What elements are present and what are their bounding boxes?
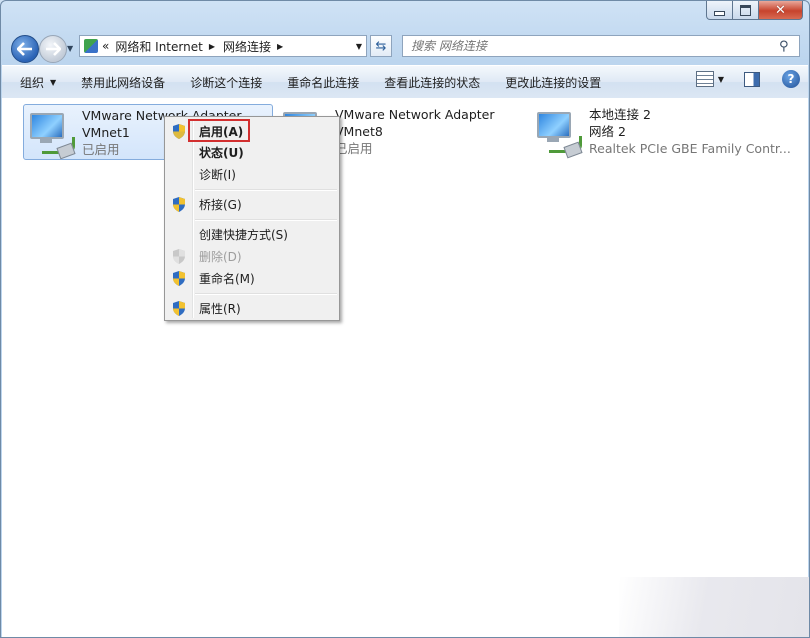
breadcrumb-arrow-icon[interactable]: ▶: [277, 42, 283, 51]
address-chevrons[interactable]: «: [102, 39, 109, 53]
close-button[interactable]: ✕: [759, 1, 803, 20]
menu-item-properties[interactable]: 属性(R): [167, 298, 337, 318]
search-icon[interactable]: ⚲: [779, 39, 795, 54]
uac-shield-icon: [173, 271, 185, 286]
command-bar-right: ▼ ?: [695, 70, 800, 88]
file-list: VMware Network Adapter VMnet1 已启用 VMware…: [2, 98, 808, 637]
menu-item-label: 诊断(I): [199, 167, 236, 182]
organize-button[interactable]: 组织 ▼: [13, 70, 63, 94]
adapter-device: 网络 2: [589, 124, 626, 139]
menu-separator: [195, 293, 337, 295]
adapter-name: 本地连接 2: [589, 107, 651, 122]
minimize-button[interactable]: [706, 1, 733, 20]
view-options-dropdown[interactable]: ▼: [718, 75, 724, 84]
menu-item-label: 桥接(G): [199, 197, 242, 212]
forward-arrow-icon: [46, 42, 61, 56]
refresh-icon: ⇆: [375, 38, 387, 54]
help-icon[interactable]: ?: [782, 70, 800, 88]
network-adapter-icon: [28, 111, 76, 160]
explorer-window: ✕ ▼ « 网络和 Internet ▶ 网络连接 ▶ ▼ ⇆ ⚲ 组织 ▼ 禁…: [0, 0, 810, 638]
minimize-icon: [714, 10, 725, 16]
search-box[interactable]: ⚲: [402, 35, 800, 57]
caption-buttons: ✕: [706, 1, 803, 20]
breadcrumb-network-internet[interactable]: 网络和 Internet: [115, 38, 202, 55]
context-menu: 启用(A) 状态(U) 诊断(I) 桥接(G) 创建快捷方式(S) 删除(D) …: [164, 116, 340, 321]
menu-item-label: 删除(D): [199, 249, 242, 264]
menu-item-create-shortcut[interactable]: 创建快捷方式(S): [167, 224, 337, 244]
address-dropdown-icon[interactable]: ▼: [356, 42, 362, 51]
menu-separator: [195, 189, 337, 191]
change-view-icon[interactable]: [695, 71, 714, 87]
menu-item-label: 重命名(M): [199, 271, 255, 286]
adapter-device: VMnet8: [335, 124, 383, 139]
uac-shield-icon: [173, 197, 185, 212]
back-button[interactable]: [11, 35, 39, 63]
chevron-down-icon: ▼: [50, 77, 57, 87]
uac-shield-icon: [173, 249, 185, 264]
network-folder-icon: [84, 39, 98, 53]
close-icon: ✕: [775, 2, 786, 18]
refresh-button[interactable]: ⇆: [370, 35, 392, 57]
highlight-annotation-box: [188, 119, 250, 142]
diagnose-connection-button[interactable]: 诊断这个连接: [183, 70, 269, 94]
maximize-icon: [740, 4, 751, 16]
menu-separator: [195, 219, 337, 221]
address-bar[interactable]: « 网络和 Internet ▶ 网络连接 ▶ ▼: [79, 35, 367, 57]
menu-item-delete: 删除(D): [167, 246, 337, 266]
search-input[interactable]: [403, 38, 779, 54]
organize-label: 组织: [20, 75, 45, 90]
breadcrumb-network-connections[interactable]: 网络连接: [223, 38, 271, 55]
adapter-status: Realtek PCIe GBE Family Contr...: [589, 141, 791, 156]
menu-item-label: 创建快捷方式(S): [199, 227, 288, 242]
menu-item-rename[interactable]: 重命名(M): [167, 268, 337, 288]
uac-shield-icon: [173, 301, 185, 316]
watermark-fade: [619, 577, 809, 637]
menu-item-bridge[interactable]: 桥接(G): [167, 194, 337, 214]
menu-item-label: 状态(U): [199, 145, 244, 160]
uac-shield-icon: [173, 124, 185, 139]
breadcrumb-arrow-icon[interactable]: ▶: [209, 42, 215, 51]
menu-item-status[interactable]: 状态(U): [167, 142, 337, 162]
adapter-status: 已启用: [335, 141, 373, 156]
preview-pane-icon[interactable]: [744, 71, 760, 87]
maximize-button[interactable]: [733, 1, 759, 20]
menu-item-diagnose[interactable]: 诊断(I): [167, 164, 337, 184]
command-bar: 组织 ▼ 禁用此网络设备 诊断这个连接 重命名此连接 查看此连接的状态 更改此连…: [2, 65, 808, 99]
menu-item-label: 属性(R): [199, 301, 241, 316]
adapter-name: VMware Network Adapter: [335, 107, 495, 122]
rename-connection-button[interactable]: 重命名此连接: [280, 70, 366, 94]
disable-device-button[interactable]: 禁用此网络设备: [74, 70, 172, 94]
view-status-button[interactable]: 查看此连接的状态: [377, 70, 487, 94]
back-arrow-icon: [17, 42, 32, 56]
adapter-local-connection-2[interactable]: 本地连接 2 网络 2 Realtek PCIe GBE Family Cont…: [531, 104, 791, 159]
recent-pages-dropdown[interactable]: ▼: [67, 44, 73, 53]
change-settings-button[interactable]: 更改此连接的设置: [498, 70, 608, 94]
network-adapter-icon: [535, 110, 583, 159]
forward-button[interactable]: [39, 35, 67, 63]
